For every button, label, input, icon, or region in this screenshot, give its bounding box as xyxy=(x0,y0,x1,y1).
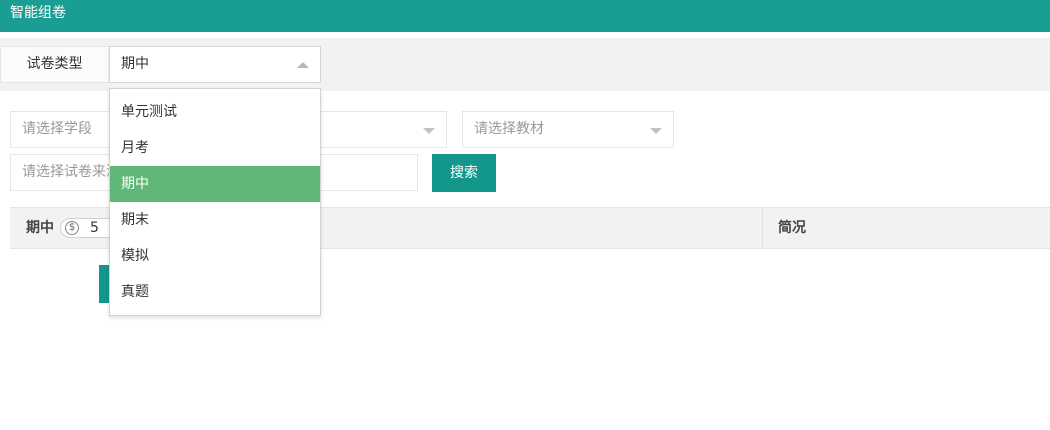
dropdown-option-mock[interactable]: 模拟 xyxy=(110,238,320,274)
coin-value: 5 xyxy=(90,220,99,236)
caret-up-icon xyxy=(297,62,309,68)
table-header-summary: 简况 xyxy=(778,220,806,236)
textbook-select-placeholder: 请选择教材 xyxy=(474,121,544,137)
dropdown-option-midterm[interactable]: 期中 xyxy=(110,166,320,202)
paper-type-dropdown-menu: 单元测试 月考 期中 期末 模拟 真题 xyxy=(109,88,321,316)
paper-type-row: 试卷类型 期中 xyxy=(0,38,1050,91)
paper-source-select-placeholder: 请选择试卷来源 xyxy=(22,164,120,180)
dropdown-option-unit-test[interactable]: 单元测试 xyxy=(110,94,320,130)
paper-type-label: 试卷类型 xyxy=(0,46,109,83)
page-title: 智能组卷 xyxy=(10,5,66,21)
paper-type-selected-value: 期中 xyxy=(121,56,149,72)
dropdown-option-monthly[interactable]: 月考 xyxy=(110,130,320,166)
search-button[interactable]: 搜索 xyxy=(432,154,496,192)
paper-type-select[interactable]: 期中 xyxy=(109,46,321,83)
caret-down-icon xyxy=(650,128,662,134)
column-divider xyxy=(762,208,763,248)
stage-select-placeholder: 请选择学段 xyxy=(22,121,92,137)
top-header-bar: 智能组卷 xyxy=(0,0,1050,32)
dollar-circle-icon: $ xyxy=(65,221,79,235)
caret-down-icon xyxy=(423,128,435,134)
dropdown-option-final[interactable]: 期末 xyxy=(110,202,320,238)
textbook-select[interactable]: 请选择教材 xyxy=(462,111,674,148)
table-header-name: 期中 xyxy=(26,220,54,236)
dropdown-option-real-exam[interactable]: 真题 xyxy=(110,274,320,310)
